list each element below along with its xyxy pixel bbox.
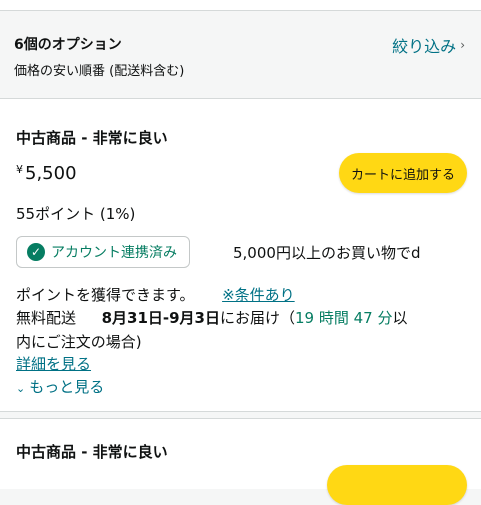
offer-card: 中古商品 - 非常に良い	[0, 418, 481, 505]
see-more-link[interactable]: ⌄ もっと見る	[16, 376, 104, 397]
order-countdown: 19 時間 47 分	[295, 309, 393, 327]
filter-label[interactable]: 絞り込み	[392, 33, 456, 57]
delivery-prefix: 無料配送	[16, 309, 77, 327]
delivery-line: 無料配送 8月31日-9月3日にお届け（19 時間 47 分以	[16, 307, 408, 328]
offer-condition: 中古商品 - 非常に良い	[16, 129, 168, 147]
promo-text: 5,000円以上のお買い物でd	[233, 244, 421, 262]
delivery-suffix: にお届け（	[220, 309, 296, 327]
check-circle-icon: ✓	[27, 243, 45, 261]
account-linked-badge[interactable]: ✓ アカウント連携済み	[16, 236, 190, 268]
delivery-line-2: 内にご注文の場合)	[16, 333, 142, 351]
points-earned: 55ポイント (1%)	[16, 205, 136, 223]
delivery-tail: 以	[392, 309, 408, 327]
offer-condition: 中古商品 - 非常に良い	[16, 443, 168, 461]
chevron-right-icon: ›	[460, 38, 465, 52]
add-to-cart-button[interactable]	[327, 465, 467, 505]
details-link-row: 詳細を見る	[16, 353, 91, 374]
currency-symbol: ¥	[16, 163, 23, 176]
linked-badge-label: アカウント連携済み	[51, 245, 177, 261]
sort-label: 価格の安い順番 (配送料含む)	[14, 64, 185, 79]
top-strip	[0, 0, 481, 11]
options-count: 6個のオプション	[14, 37, 122, 53]
add-to-cart-button[interactable]: カートに追加する	[338, 153, 467, 193]
chevron-down-icon: ⌄	[16, 382, 26, 395]
conditions-link[interactable]: ※条件あり	[222, 286, 295, 304]
delivery-dates: 8月31日-9月3日	[101, 309, 220, 327]
see-more-label[interactable]: もっと見る	[29, 378, 104, 396]
promo-text-2: ポイントを獲得できます。	[16, 286, 195, 304]
promo-line-2: ポイントを獲得できます。 ※条件あり	[16, 284, 295, 305]
price-value: 5,500	[25, 163, 77, 184]
details-link[interactable]: 詳細を見る	[16, 355, 91, 373]
offer-price: ¥5,500	[16, 163, 77, 184]
offer-card: 中古商品 - 非常に良い ¥5,500 カートに追加する 55ポイント (1%)…	[0, 98, 481, 412]
filter-link[interactable]: 絞り込み ›	[392, 33, 465, 57]
